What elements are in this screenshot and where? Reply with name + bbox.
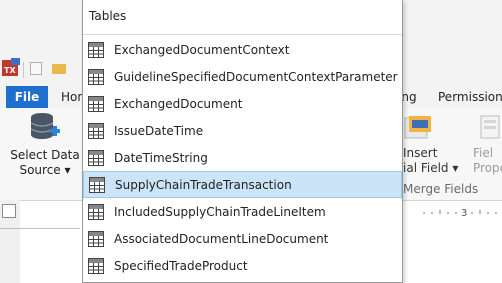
table-item-label: IssueDateTime	[114, 123, 204, 138]
table-item-selected[interactable]: SupplyChainTradeTransaction	[83, 171, 402, 198]
tab-permissions[interactable]: Permissions	[438, 88, 502, 106]
table-item-label: IncludedSupplyChainTradeLineItem	[114, 204, 326, 219]
table-icon	[88, 230, 104, 247]
database-icon	[30, 113, 60, 139]
table-item-label: ExchangedDocument	[114, 96, 243, 111]
tables-list: ExchangedDocumentContext GuidelineSpecif…	[83, 36, 402, 279]
open-folder-icon[interactable]	[52, 64, 66, 74]
table-icon	[88, 149, 104, 166]
ruler-number: 3	[461, 208, 467, 219]
chevron-down-icon: ▾	[452, 161, 459, 175]
chevron-down-icon: ▾	[64, 163, 71, 177]
table-item-label: DateTimeString	[114, 150, 208, 165]
dropdown-header: Tables	[83, 0, 402, 35]
insert-field-label-text: ial Field	[403, 161, 449, 175]
ribbon-group-label: Merge Fields	[403, 182, 479, 196]
select-data-source-label-line1: Select Data	[10, 148, 80, 162]
field-properties-button[interactable]: Fiel Proper	[473, 146, 502, 176]
table-item-label: AssociatedDocumentLineDocument	[114, 231, 329, 246]
insert-field-icon	[404, 116, 431, 139]
table-item[interactable]: GuidelineSpecifiedDocumentContextParamet…	[83, 63, 402, 90]
field-properties-label-line2: Proper	[473, 161, 502, 175]
field-properties-icon	[480, 115, 500, 139]
table-icon	[88, 68, 104, 85]
table-icon	[89, 176, 105, 193]
table-item[interactable]: DateTimeString	[83, 144, 402, 171]
tab-stop-selector[interactable]	[2, 204, 16, 218]
table-item[interactable]: ExchangedDocumentContext	[83, 36, 402, 63]
insert-field-button[interactable]: Insert ial Field ▾	[403, 146, 458, 176]
dropdown-title: Tables	[89, 9, 127, 23]
table-icon	[88, 41, 104, 58]
app-logo-icon: TX	[2, 58, 20, 76]
table-icon	[88, 122, 104, 139]
table-item[interactable]: IssueDateTime	[83, 117, 402, 144]
table-icon	[88, 203, 104, 220]
select-data-source-label-text: Source	[19, 163, 61, 177]
insert-field-label-line2: ial Field ▾	[403, 161, 458, 176]
table-item-label: ExchangedDocumentContext	[114, 42, 290, 57]
table-item[interactable]: ExchangedDocument	[83, 90, 402, 117]
table-icon	[88, 257, 104, 274]
page-edge	[0, 228, 80, 229]
table-item[interactable]: IncludedSupplyChainTradeLineItem	[83, 198, 402, 225]
select-data-source-button[interactable]: Select Data Source ▾	[10, 112, 80, 178]
select-data-source-label-line2: Source ▾	[10, 163, 80, 178]
table-item-label: GuidelineSpecifiedDocumentContextParamet…	[114, 69, 398, 84]
tab-file[interactable]: File	[6, 86, 48, 108]
insert-field-label-line1: Insert	[403, 146, 438, 160]
table-item[interactable]: SpecifiedTradeProduct	[83, 252, 402, 279]
tables-dropdown: Tables ExchangedDocumentContext Guidelin…	[82, 0, 403, 283]
save-icon[interactable]	[30, 62, 42, 75]
svg-text:TX: TX	[4, 66, 16, 75]
table-icon	[88, 95, 104, 112]
table-item-label: SupplyChainTradeTransaction	[115, 177, 292, 192]
toolbar-separator	[23, 62, 24, 78]
table-item[interactable]: AssociatedDocumentLineDocument	[83, 225, 402, 252]
field-properties-label-line1: Fiel	[473, 146, 494, 160]
table-item-label: SpecifiedTradeProduct	[114, 258, 248, 273]
